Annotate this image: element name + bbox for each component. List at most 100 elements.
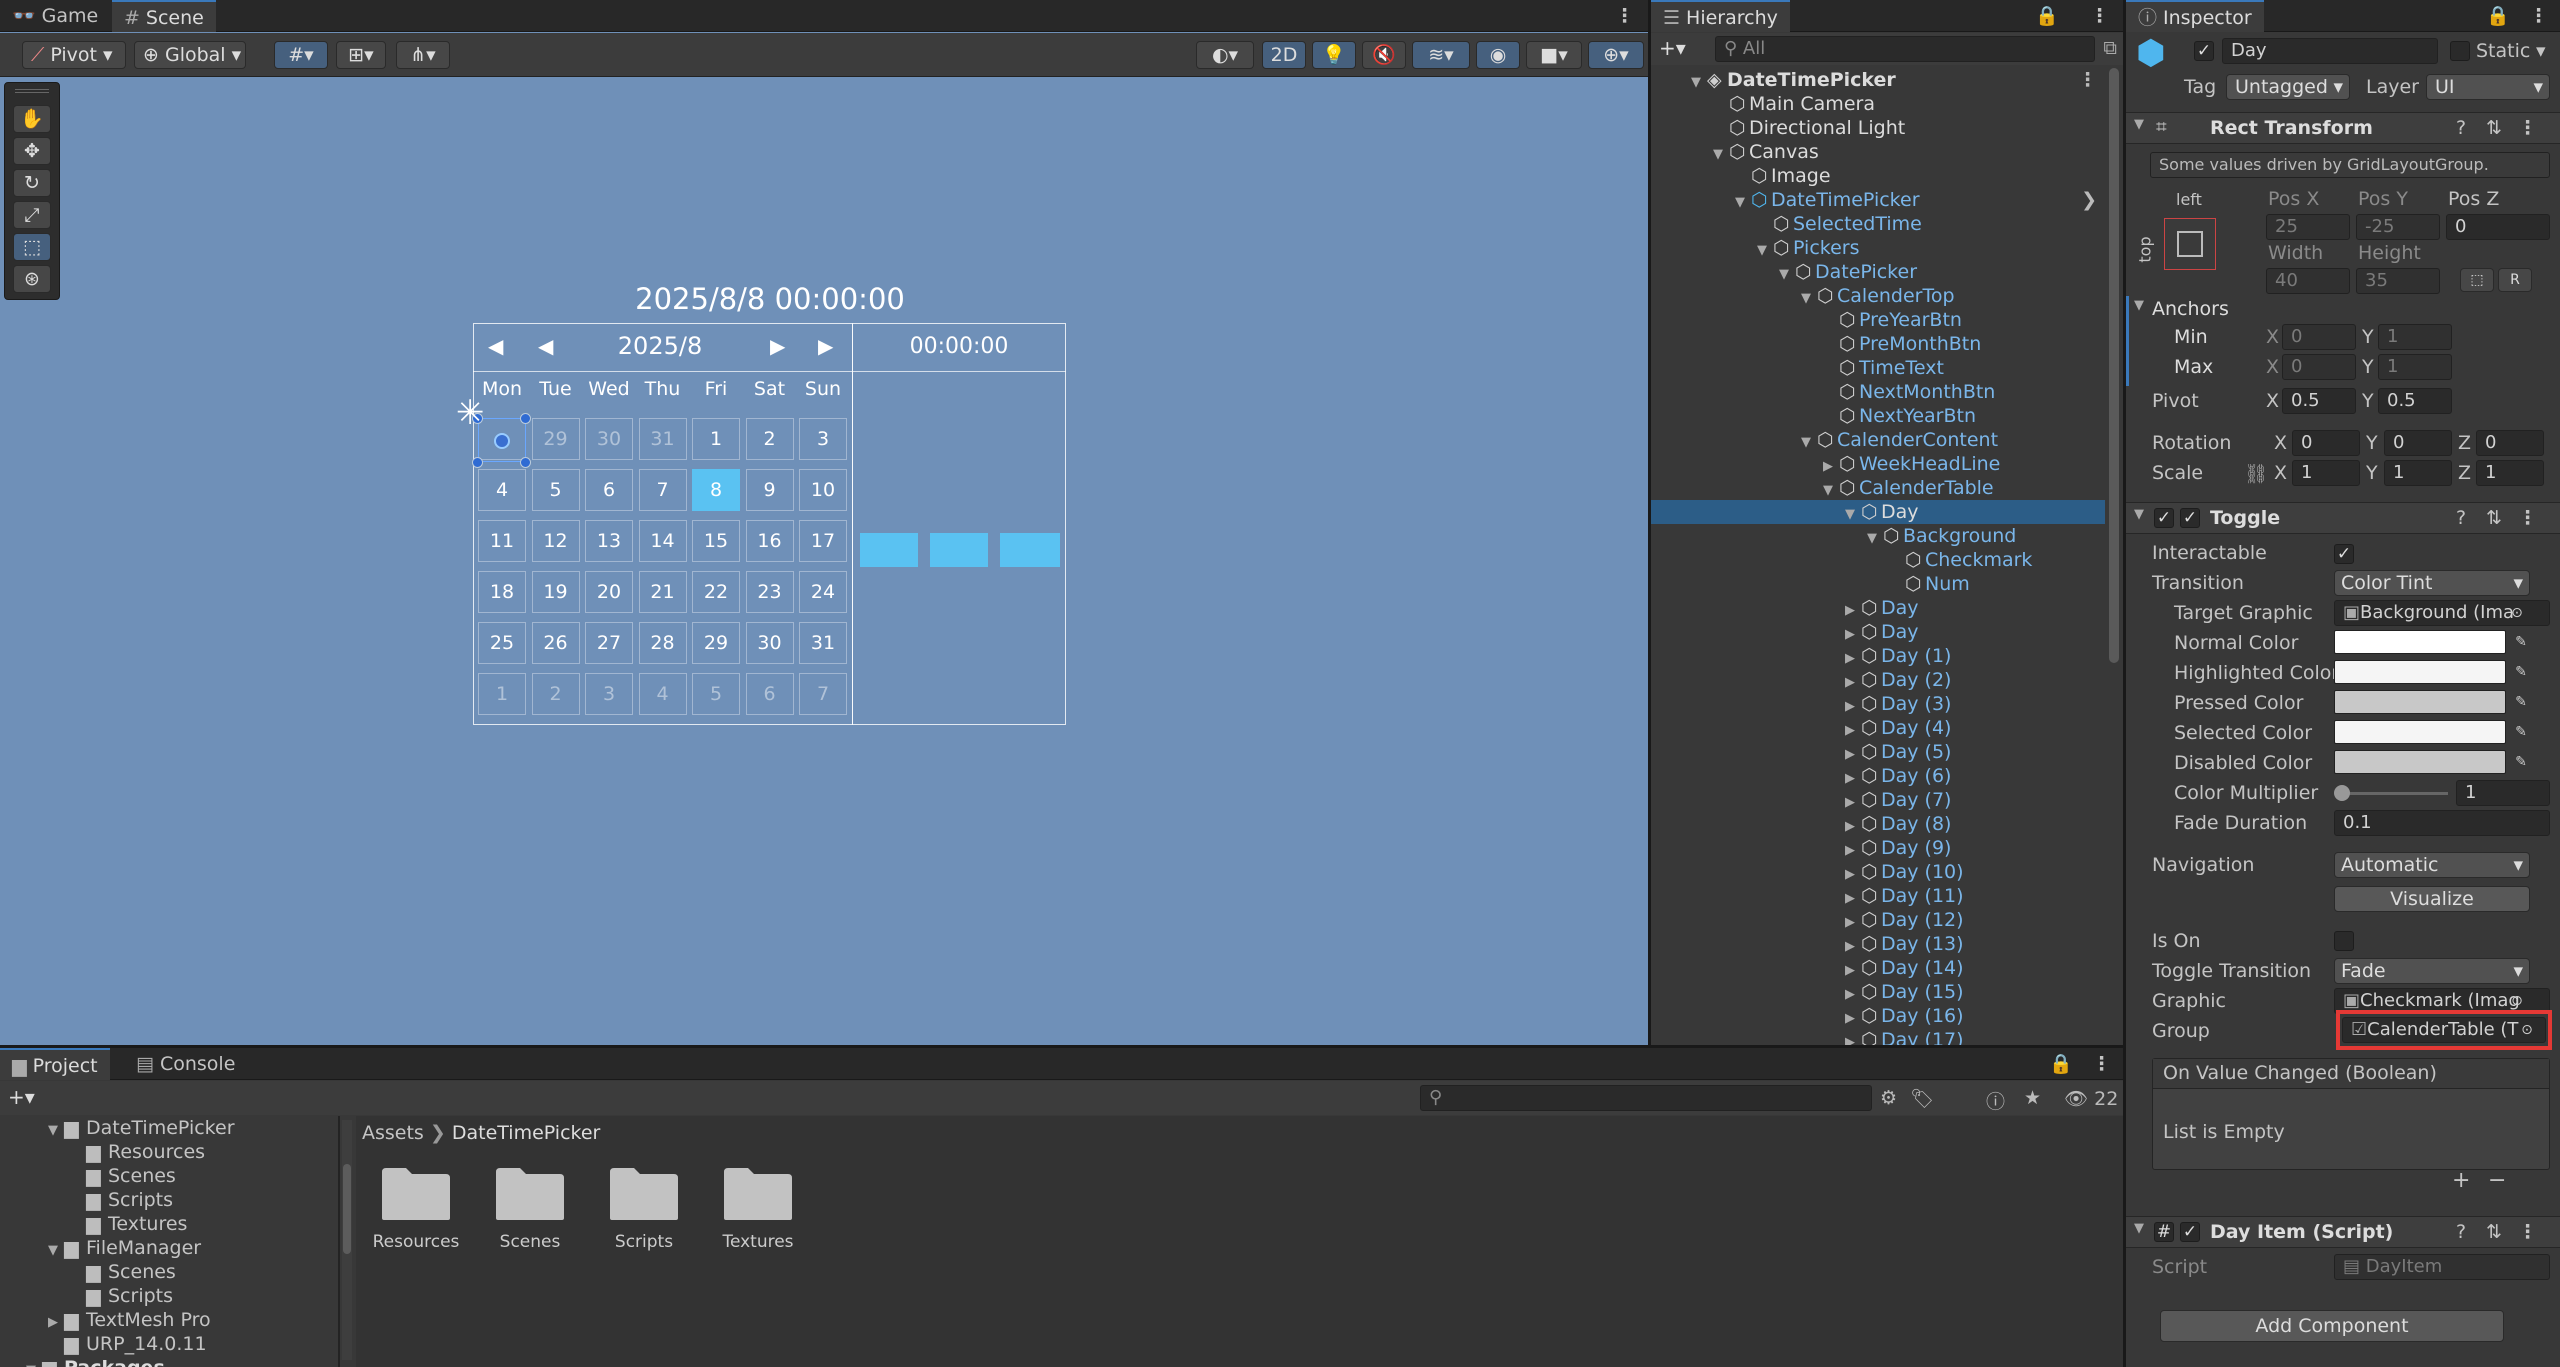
remove-listener-button[interactable]: − (2488, 1168, 2506, 1193)
day-cell[interactable]: 23 (745, 571, 794, 613)
day-cell[interactable]: 30 (745, 622, 794, 664)
day-cell[interactable]: 20 (585, 571, 633, 613)
scale-x-field[interactable]: 1 (2292, 460, 2360, 486)
day-cell[interactable]: 25 (478, 622, 526, 664)
scale-z-field[interactable]: 1 (2476, 460, 2544, 486)
constrain-proportions-icon[interactable]: ⛓ (2244, 462, 2268, 485)
day-cell[interactable]: 24 (799, 571, 847, 613)
selected-color-swatch[interactable] (2334, 720, 2506, 744)
rotate-tool-icon[interactable]: ↻ (13, 169, 51, 197)
help-icon[interactable]: ? (2456, 1221, 2466, 1243)
lock-icon[interactable]: 🔒 (2486, 0, 2510, 32)
day-cell[interactable]: 8 (692, 469, 740, 511)
hierarchy-item[interactable]: ▶ ⬡ Day (14) (1651, 956, 2105, 980)
static-dropdown-icon[interactable]: ▾ (2536, 40, 2546, 62)
hierarchy-scrollbar[interactable] (2109, 68, 2119, 663)
eyedropper-icon[interactable]: ✎ (2512, 663, 2530, 681)
effects-icon[interactable]: ≋▾ (1412, 41, 1470, 69)
hierarchy-item[interactable]: ▼ ⬡ Background (1651, 524, 2105, 548)
disabled-color-swatch[interactable] (2334, 750, 2506, 774)
hierarchy-item[interactable]: ▼ ⬡ Pickers (1651, 236, 2105, 260)
foldout-arrow-icon[interactable]: ▶ (1845, 1031, 1861, 1045)
pre-year-button[interactable]: ◀ (488, 334, 503, 358)
normal-color-swatch[interactable] (2334, 630, 2506, 654)
hierarchy-item[interactable]: ▶ ⬡ Day (3) (1651, 692, 2105, 716)
project-tree-item[interactable]: ▆ Scenes (0, 1260, 338, 1284)
hierarchy-item[interactable]: ▶ ⬡ Day (1651, 596, 2105, 620)
transform-tool-icon[interactable]: ⊛ (13, 265, 51, 293)
day-cell[interactable]: 31 (799, 622, 847, 664)
camera-icon[interactable]: ■▾ (1526, 41, 1582, 69)
navigation-dropdown[interactable]: Automatic ▾ (2334, 852, 2530, 878)
dayitem-header[interactable]: ▼ # ✓ Day Item (Script) ? ⇅ ⋮ (2126, 1216, 2560, 1248)
day-cell[interactable]: 13 (585, 520, 633, 562)
add-listener-button[interactable]: + (2452, 1168, 2470, 1193)
pre-month-button[interactable]: ◀ (538, 334, 553, 358)
anchors-foldout[interactable]: ▼ (2134, 298, 2144, 313)
scale-y-field[interactable]: 1 (2384, 460, 2452, 486)
day-cell[interactable]: 4 (638, 673, 687, 715)
day-cell[interactable]: 1 (478, 673, 526, 715)
project-tree-scrollbar[interactable] (342, 1120, 352, 1360)
hierarchy-menu-icon[interactable]: ⋮ (2090, 0, 2109, 32)
component-menu-icon[interactable]: ⋮ (2518, 1221, 2537, 1243)
hierarchy-item[interactable]: ⬡ Main Camera (1651, 92, 2105, 116)
scene-menu-icon[interactable]: ⋮ (1615, 0, 1634, 32)
audio-icon[interactable]: 🔇 (1362, 41, 1406, 69)
global-dropdown[interactable]: ⊕ Global ▾ (134, 41, 246, 69)
inspector-menu-icon[interactable]: ⋮ (2529, 0, 2548, 32)
folder-item[interactable]: Textures (708, 1164, 808, 1264)
breadcrumb-assets[interactable]: Assets (362, 1122, 424, 1144)
day-cell[interactable]: 18 (478, 571, 526, 613)
rect-tool-icon[interactable]: ⬚ (13, 233, 51, 261)
hierarchy-item[interactable]: ▼ ⬡ Canvas (1651, 140, 2105, 164)
hierarchy-item[interactable]: ▶ ⬡ Day (5) (1651, 740, 2105, 764)
eyedropper-icon[interactable]: ✎ (2512, 753, 2530, 771)
pressed-color-swatch[interactable] (2334, 690, 2506, 714)
tab-scene[interactable]: # Scene (112, 0, 216, 32)
hierarchy-item[interactable]: ⬡ SelectedTime (1651, 212, 2105, 236)
hierarchy-item[interactable]: ▶ ⬡ Day (7) (1651, 788, 2105, 812)
hierarchy-item[interactable]: ▶ ⬡ Day (2) (1651, 668, 2105, 692)
favorite-icon[interactable]: ★ (2024, 1087, 2041, 1109)
toggle-enabled-checkbox[interactable]: ✓ (2180, 508, 2200, 528)
hierarchy-item[interactable]: ⬡ NextMonthBtn (1651, 380, 2105, 404)
day-cell[interactable]: 26 (531, 622, 580, 664)
gizmos-icon[interactable]: ⊕▾ (1588, 41, 1644, 69)
align-button[interactable]: ⋔▾ (396, 41, 450, 69)
group-field[interactable]: ☑CalenderTable (T (2342, 1017, 2546, 1043)
hierarchy-item[interactable]: ⬡ Image (1651, 164, 2105, 188)
eyedropper-icon[interactable]: ✎ (2512, 723, 2530, 741)
hierarchy-item[interactable]: ▼ ⬡ CalenderTable (1651, 476, 2105, 500)
day-cell[interactable]: 15 (692, 520, 740, 562)
lock-icon[interactable]: 🔒 (2035, 0, 2059, 32)
hierarchy-item[interactable]: ⬡ PreMonthBtn (1651, 332, 2105, 356)
posz-field[interactable]: 0 (2446, 214, 2550, 240)
pivot-handle[interactable] (494, 433, 510, 449)
tag-dropdown[interactable]: Untagged ▾ (2226, 74, 2350, 100)
rot-x-field[interactable]: 0 (2292, 430, 2360, 456)
folder-item[interactable]: Resources (366, 1164, 466, 1264)
day-cell[interactable]: 6 (585, 469, 633, 511)
color-multiplier-slider-handle[interactable] (2334, 785, 2350, 801)
transition-dropdown[interactable]: Color Tint ▾ (2334, 570, 2530, 596)
breadcrumb-current[interactable]: DateTimePicker (452, 1122, 601, 1144)
lighting-icon[interactable]: 💡 (1312, 41, 1356, 69)
next-year-button[interactable]: ▶ (818, 334, 833, 358)
hierarchy-item[interactable]: ⬡ TimeText (1651, 356, 2105, 380)
project-tree-item[interactable]: ▶ ▆ TextMesh Pro (0, 1308, 338, 1332)
eyedropper-icon[interactable]: ✎ (2512, 693, 2530, 711)
shading-mode-dropdown[interactable]: ◐▾ (1196, 41, 1254, 69)
day-cell[interactable]: 3 (585, 673, 633, 715)
project-tree-item[interactable]: ▆ Scenes (0, 1164, 338, 1188)
day-cell[interactable]: 17 (799, 520, 847, 562)
grid-snap-button[interactable]: #▾ (274, 41, 328, 69)
hierarchy-item[interactable]: ▼ ⬡ DateTimePicker ❯ (1651, 188, 2105, 212)
project-tree-item[interactable]: ▆ Textures (0, 1212, 338, 1236)
active-checkbox[interactable]: ✓ (2194, 41, 2214, 61)
help-icon[interactable]: ? (2456, 507, 2466, 529)
add-object-button[interactable]: +▾ (1659, 36, 1686, 60)
day-cell[interactable]: 10 (799, 469, 847, 511)
search-options-icon[interactable]: ⧉ (2103, 37, 2117, 59)
project-tree-item[interactable]: ▆ Scripts (0, 1188, 338, 1212)
